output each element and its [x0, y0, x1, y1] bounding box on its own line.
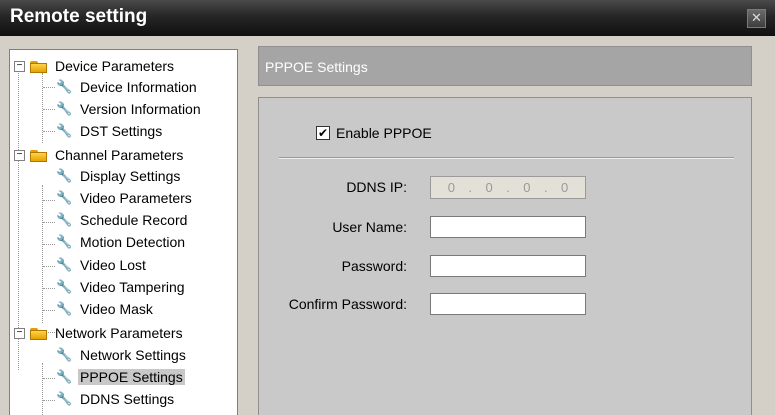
minus-box-icon[interactable]: −: [14, 149, 25, 161]
tree-item-version-information[interactable]: 🔧 Version Information: [56, 99, 203, 119]
tree-item-motion-detection[interactable]: 🔧 Motion Detection: [56, 232, 187, 252]
wrench-icon: 🔧: [56, 234, 73, 249]
wrench-icon: 🔧: [56, 101, 73, 116]
confirm-password-input[interactable]: [430, 293, 586, 315]
wrench-icon: 🔧: [56, 347, 73, 362]
minus-box-icon[interactable]: −: [14, 327, 25, 339]
tree-group-channel-parameters[interactable]: − Channel Parameters: [14, 145, 185, 165]
tree-connector: [42, 363, 43, 415]
wrench-icon: 🔧: [56, 257, 73, 272]
tree-item-video-parameters[interactable]: 🔧 Video Parameters: [56, 188, 194, 208]
user-name-label: User Name:: [332, 219, 407, 235]
tree-connector: [42, 185, 43, 323]
tree-connector: [43, 200, 55, 201]
tree-item-label: PPPOE Settings: [78, 369, 185, 385]
tree-item-pppoe-settings[interactable]: 🔧 PPPOE Settings: [56, 367, 185, 387]
tree-item-display-settings[interactable]: 🔧 Display Settings: [56, 166, 182, 186]
tree-connector: [43, 244, 55, 245]
separator: [279, 157, 734, 159]
pppoe-settings-panel: ✔ Enable PPPOE DDNS IP: 0 . 0 . 0 . 0 Us…: [258, 97, 752, 415]
tree-group-label: Device Parameters: [55, 58, 175, 74]
ddns-ip-label: DDNS IP:: [346, 179, 407, 195]
tree-item-ddns-settings[interactable]: 🔧 DDNS Settings: [56, 389, 176, 409]
tree-connector: [43, 266, 55, 267]
wrench-icon: 🔧: [56, 212, 73, 227]
tree-connector: [43, 131, 55, 132]
ip-octet: 0: [447, 180, 455, 195]
tree-item-dst-settings[interactable]: 🔧 DST Settings: [56, 121, 164, 141]
tree-item-label: Video Tampering: [80, 279, 185, 295]
ip-octet: 0: [523, 180, 531, 195]
tree-item-video-mask[interactable]: 🔧 Video Mask: [56, 299, 155, 319]
tree-item-label: Video Mask: [80, 301, 153, 317]
tree-item-label: DST Settings: [80, 123, 163, 139]
tree-item-label: DDNS Settings: [80, 391, 175, 407]
ip-dot: .: [506, 180, 510, 195]
wrench-icon: 🔧: [56, 391, 73, 406]
section-title: PPPOE Settings: [265, 59, 368, 75]
window-title: Remote setting: [10, 6, 148, 27]
tree-connector: [43, 109, 55, 110]
tree-item-network-settings[interactable]: 🔧 Network Settings: [56, 345, 188, 365]
ip-octet: 0: [485, 180, 493, 195]
confirm-password-label: Confirm Password:: [288, 296, 407, 312]
tree-connector: [43, 400, 55, 401]
tree-connector: [43, 222, 55, 223]
wrench-icon: 🔧: [56, 190, 73, 205]
dialog-body: − Device Parameters 🔧 Device Information…: [0, 36, 775, 415]
folder-icon: [30, 149, 48, 162]
minus-box-icon[interactable]: −: [14, 60, 25, 72]
tree-item-label: Schedule Record: [80, 212, 188, 228]
tree-item-label: Video Parameters: [80, 190, 192, 206]
ip-dot: .: [468, 180, 473, 195]
wrench-icon: 🔧: [56, 168, 73, 183]
enable-pppoe-checkbox[interactable]: ✔: [316, 126, 330, 140]
tree-connector: [43, 310, 55, 311]
tree-connector: [43, 378, 55, 379]
tree-item-schedule-record[interactable]: 🔧 Schedule Record: [56, 210, 189, 230]
settings-tree: − Device Parameters 🔧 Device Information…: [9, 49, 238, 415]
folder-icon: [30, 60, 48, 73]
wrench-icon: 🔧: [56, 279, 73, 294]
remote-setting-window: Remote setting ✕ − Device Parameters 🔧 D…: [0, 0, 775, 415]
enable-pppoe-label: Enable PPPOE: [336, 125, 432, 141]
tree-item-label: Display Settings: [80, 168, 181, 184]
tree-item-label: Version Information: [80, 101, 201, 117]
tree-connector: [42, 73, 43, 143]
ddns-ip-field: 0 . 0 . 0 . 0: [430, 176, 586, 199]
ip-dot: .: [543, 180, 548, 195]
password-input[interactable]: [430, 255, 586, 277]
tree-connector: [43, 87, 55, 88]
tree-item-label: Device Information: [80, 79, 197, 95]
tree-group-label: Network Parameters: [55, 325, 183, 341]
tree-group-network-parameters[interactable]: − Network Parameters: [14, 323, 185, 343]
tree-item-label: Network Settings: [80, 347, 186, 363]
tree-group-device-parameters[interactable]: − Device Parameters: [14, 56, 176, 76]
close-button[interactable]: ✕: [747, 9, 766, 28]
password-label: Password:: [341, 258, 407, 274]
wrench-icon: 🔧: [56, 79, 73, 94]
tree-item-label: Motion Detection: [80, 234, 186, 250]
user-name-input[interactable]: [430, 216, 586, 238]
ip-octet: 0: [561, 180, 569, 195]
tree-item-video-lost[interactable]: 🔧 Video Lost: [56, 255, 148, 275]
tree-item-label: Video Lost: [80, 257, 146, 273]
tree-item-device-information[interactable]: 🔧 Device Information: [56, 77, 199, 97]
enable-pppoe-row[interactable]: ✔ Enable PPPOE: [316, 125, 432, 141]
wrench-icon: 🔧: [56, 123, 73, 138]
title-bar: Remote setting ✕: [0, 0, 775, 36]
content-header: PPPOE Settings: [258, 46, 752, 86]
tree-group-label: Channel Parameters: [55, 147, 184, 163]
wrench-icon: 🔧: [56, 301, 73, 316]
tree-connector: [43, 288, 55, 289]
tree-item-video-tampering[interactable]: 🔧 Video Tampering: [56, 277, 187, 297]
folder-icon: [30, 327, 48, 340]
wrench-icon: 🔧: [56, 369, 73, 384]
